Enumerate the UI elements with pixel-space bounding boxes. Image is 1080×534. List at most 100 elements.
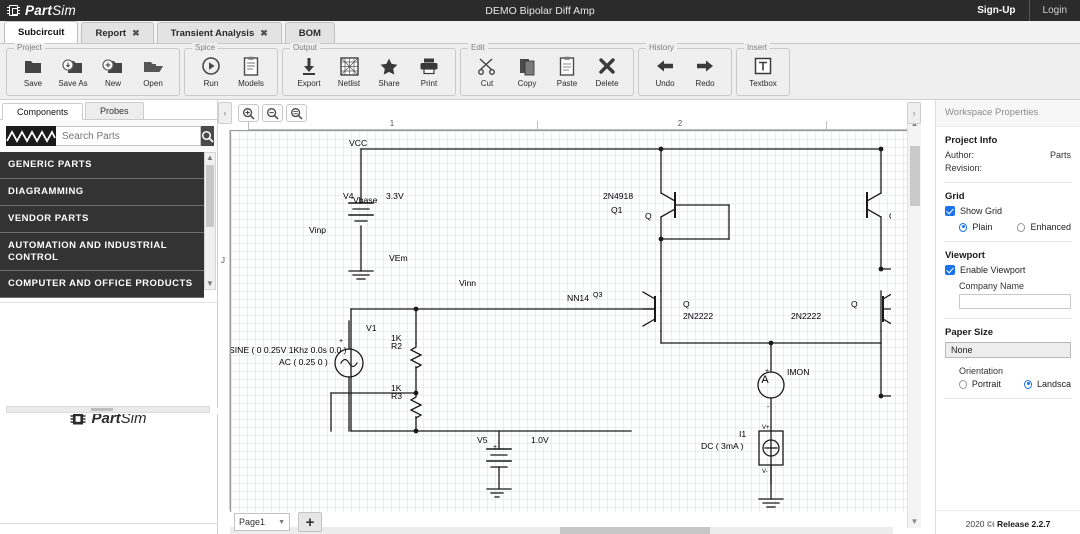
left-panel-tabs: Components Probes (0, 100, 217, 120)
scroll-down-icon[interactable]: ▼ (205, 279, 215, 289)
tab-report[interactable]: Report ✖ (81, 22, 154, 43)
net-label-vinn: Vinn (459, 278, 476, 288)
company-name-input[interactable] (959, 294, 1071, 309)
scroll-up-icon[interactable]: ▲ (205, 153, 215, 163)
radio-landscape[interactable] (1024, 379, 1032, 389)
hscrollbar-thumb[interactable] (560, 527, 710, 534)
i1-plus: V+ (762, 425, 770, 431)
save-button[interactable]: Save (13, 53, 53, 88)
run-button[interactable]: Run (191, 53, 231, 88)
comp-model-q4: 2N2222 (791, 311, 821, 321)
undo-button[interactable]: Undo (645, 53, 685, 88)
share-button[interactable]: Share (369, 53, 409, 88)
category-automation-industrial-control[interactable]: AUTOMATION AND INDUSTRIAL CONTROL (0, 232, 204, 272)
group-label: Project (14, 43, 45, 52)
chip-icon (7, 5, 20, 16)
category-diagramming[interactable]: DIAGRAMMING (0, 178, 204, 206)
horizontal-ruler: 1 2 (248, 118, 907, 130)
hscrollbar-thumb[interactable] (91, 408, 113, 411)
show-grid-checkbox-row[interactable]: Show Grid (945, 206, 1071, 216)
signup-button[interactable]: Sign-Up (964, 0, 1030, 21)
tool-label: Paste (556, 79, 578, 88)
canvas-vertical-scrollbar[interactable]: ▲ ▼ (907, 118, 921, 528)
tab-bom[interactable]: BOM (284, 22, 335, 43)
print-button[interactable]: Print (409, 53, 449, 88)
export-button[interactable]: Export (289, 53, 329, 88)
ribbon-group-project: Project Save Save As New Open (6, 43, 180, 96)
search-button[interactable] (201, 126, 214, 146)
radio-portrait[interactable] (959, 379, 967, 389)
i1-minus: V- (762, 469, 768, 475)
orientation-radios: Portrait Landsca (945, 379, 1071, 389)
tab-label: Report (95, 27, 127, 39)
zoom-fit-button[interactable] (286, 104, 307, 122)
revision-label: Revision: (945, 163, 983, 173)
paste-button[interactable]: Paste (547, 53, 587, 88)
textbox-button[interactable]: Textbox (743, 53, 783, 88)
zoom-out-button[interactable] (262, 104, 283, 122)
open-button[interactable]: Open (133, 53, 173, 88)
close-icon[interactable]: ✖ (132, 28, 140, 39)
radio-enhanced[interactable] (1017, 222, 1026, 232)
netlist-button[interactable]: Netlist (329, 53, 369, 88)
category-scrollbar[interactable]: ▲ ▼ (204, 152, 216, 290)
redo-button[interactable]: Redo (685, 53, 725, 88)
radio-plain[interactable] (959, 222, 968, 232)
close-icon[interactable]: ✖ (260, 28, 268, 39)
ribbon-toolbar: Project Save Save As New Open Spice Run … (0, 43, 1080, 100)
left-panel-footer: PartSim (0, 302, 217, 534)
enable-viewport-checkbox-row[interactable]: Enable Viewport (945, 265, 1071, 275)
comp-ref-q3: Q3 (593, 292, 602, 299)
v1-spec-2: AC ( 0.25 0 ) (279, 357, 328, 367)
paper-size-title: Paper Size (945, 327, 994, 338)
paper-size-select[interactable]: None (945, 342, 1071, 358)
checkbox-checked-icon[interactable] (945, 206, 955, 216)
comp-model-q3: 2N2222 (683, 311, 713, 321)
page-select[interactable]: Page1 ▼ (234, 513, 290, 531)
category-vendor-parts[interactable]: VENDOR PARTS (0, 205, 204, 233)
add-page-button[interactable]: + (298, 512, 322, 532)
tab-subcircuit[interactable]: Subcircuit (4, 21, 79, 43)
project-info-title: Project Info (945, 135, 998, 146)
collapse-left-panel-button[interactable]: ‹ (218, 102, 232, 124)
tool-label: Run (203, 79, 219, 88)
copy-button[interactable]: Copy (507, 53, 547, 88)
models-document-icon (243, 55, 259, 77)
tab-probes[interactable]: Probes (85, 102, 144, 119)
tab-components[interactable]: Components (2, 103, 84, 120)
cut-button[interactable]: Cut (467, 53, 507, 88)
save-as-button[interactable]: Save As (53, 53, 93, 88)
collapse-right-panel-button[interactable]: › (907, 102, 921, 124)
comp-ref-v5: V5 (477, 435, 488, 445)
author-value: Parts (1049, 150, 1071, 160)
scroll-down-icon[interactable]: ▼ (908, 517, 921, 526)
vscrollbar-thumb[interactable] (910, 146, 920, 206)
tab-strip: Subcircuit Report ✖ Transient Analysis ✖… (0, 21, 1080, 44)
scissors-icon (477, 55, 497, 77)
delete-button[interactable]: Delete (587, 53, 627, 88)
category-computer-office-products[interactable]: COMPUTER AND OFFICE PRODUCTS (0, 271, 204, 299)
tool-label: Textbox (749, 79, 777, 88)
canvas-horizontal-scrollbar[interactable] (230, 527, 893, 534)
schematic-canvas[interactable]: VCC V4 Vbase 3.3V Vinp VEm Vinn 2N4918 Q… (230, 130, 907, 512)
tool-label: Delete (595, 79, 619, 88)
checkbox-checked-icon[interactable] (945, 265, 955, 275)
left-panel-divider (0, 523, 218, 524)
tool-label: Share (378, 79, 400, 88)
tool-label: Copy (517, 79, 537, 88)
category-generic-parts[interactable]: GENERIC PARTS (0, 152, 204, 179)
search-input[interactable] (56, 126, 201, 146)
tool-label: New (104, 79, 121, 88)
tab-label: BOM (298, 27, 321, 39)
v1-spec-1: SINE ( 0 0.25V 1Khz 0.0s 0.0 ) (231, 345, 347, 355)
category-hscrollbar[interactable] (6, 406, 210, 413)
login-button[interactable]: Login (1030, 0, 1080, 21)
grid-title: Grid (945, 191, 965, 202)
models-button[interactable]: Models (231, 53, 271, 88)
new-button[interactable]: New (93, 53, 133, 88)
textbox-t-icon (754, 55, 772, 77)
zoom-in-button[interactable] (238, 104, 259, 122)
scrollbar-thumb[interactable] (206, 165, 214, 227)
paste-clipboard-icon (559, 55, 575, 77)
tab-transient-analysis[interactable]: Transient Analysis ✖ (156, 22, 282, 43)
